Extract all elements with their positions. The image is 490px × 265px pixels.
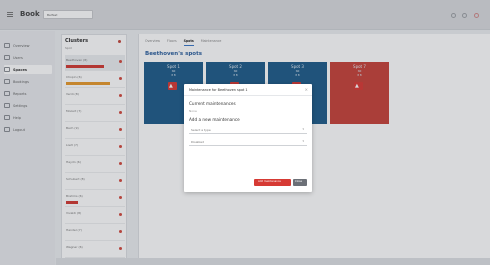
- current-maintenances-heading: Current maintenances: [189, 101, 236, 106]
- chevron-down-icon: ▾: [302, 127, 304, 131]
- current-maintenances-empty: None: [189, 109, 197, 113]
- button-label: Add maintenance: [258, 180, 281, 183]
- button-label: Close: [295, 180, 303, 183]
- select-placeholder: Select a type: [191, 128, 211, 132]
- maintenance-option-select[interactable]: Disabled ▾: [189, 138, 307, 146]
- dialog-header: Maintenance for Beethoven spot 1 ×: [184, 84, 312, 96]
- add-maintenance-heading: Add a new maintenance: [189, 117, 240, 122]
- add-maintenance-button[interactable]: Add maintenance: [254, 179, 291, 186]
- select-placeholder: Disabled: [191, 140, 205, 144]
- close-button[interactable]: Close: [293, 179, 307, 186]
- chevron-down-icon: ▾: [302, 139, 304, 143]
- maintenance-dialog: Maintenance for Beethoven spot 1 × Curre…: [184, 84, 312, 192]
- dialog-title: Maintenance for Beethoven spot 1: [189, 88, 248, 92]
- close-icon[interactable]: ×: [305, 87, 308, 92]
- maintenance-type-select[interactable]: Select a type ▾: [189, 126, 307, 134]
